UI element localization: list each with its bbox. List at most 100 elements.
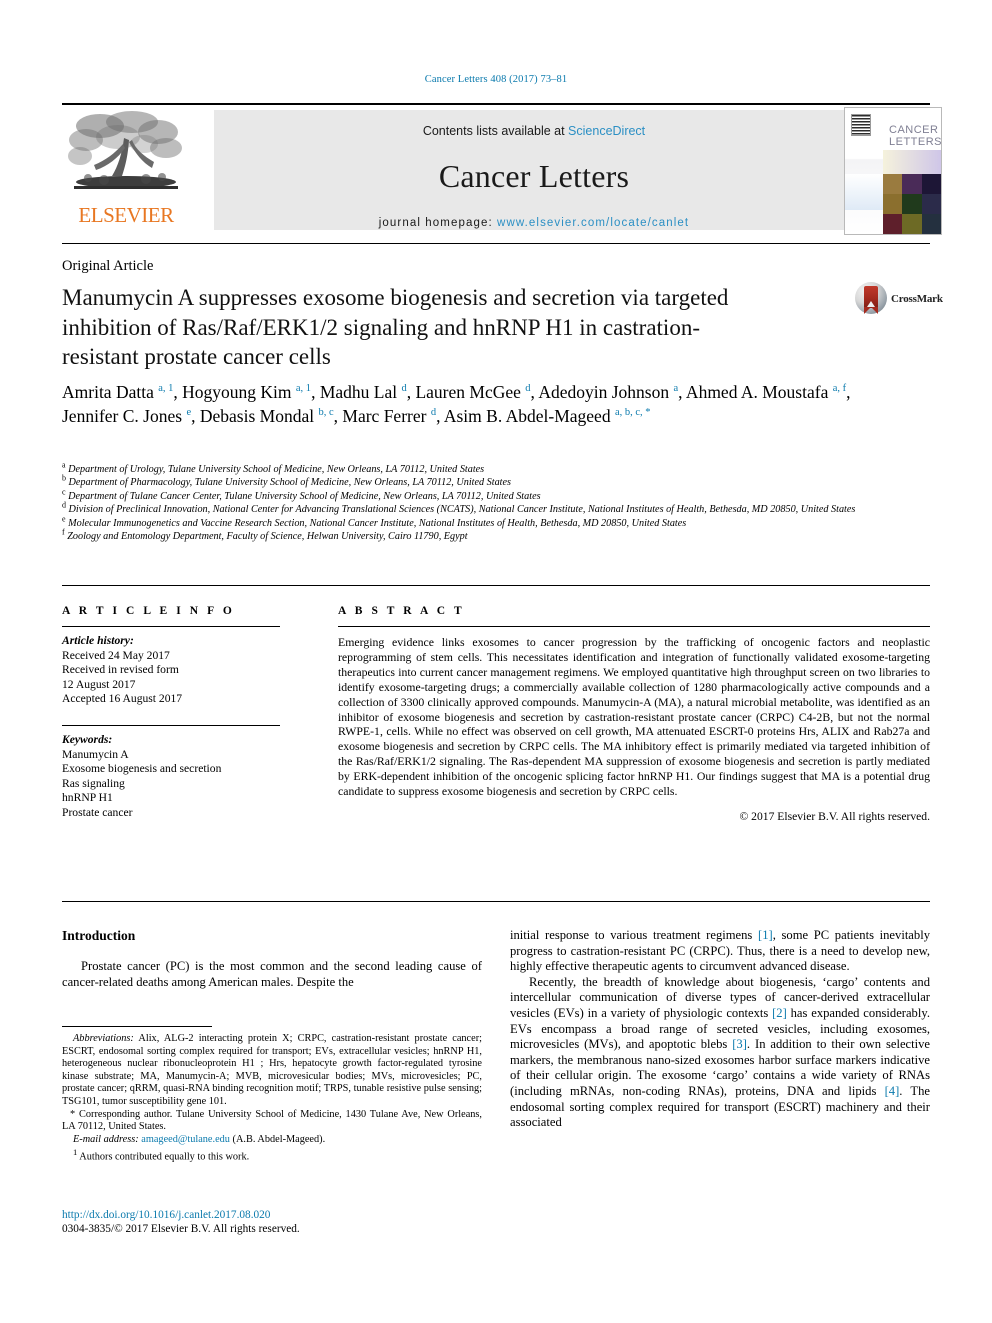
affiliation-text: Department of Urology, Tulane University… [68,464,485,475]
body-right-column: initial response to various treatment re… [510,928,930,1131]
affiliation-item: d Division of Preclinical Innovation, Na… [62,500,932,516]
cover-gradient-strip [883,150,941,174]
affiliation-item: e Molecular Immunogenetics and Vaccine R… [62,514,932,530]
cover-title-line2: LETTERS [889,136,942,148]
citation-ref[interactable]: [4] [885,1084,900,1098]
keyword-item: Manumycin A [62,747,129,761]
contents-prefix: Contents lists available at [422,124,569,138]
crossmark-icon [855,282,887,314]
history-line: Received 24 May 2017 [62,648,170,662]
affiliation-mark: b [62,474,66,484]
sciencedirect-link[interactable]: ScienceDirect [568,124,645,138]
cover-title: CANCER LETTERS [889,124,942,148]
abstract-text: Emerging evidence links exosomes to canc… [338,635,930,799]
email-note: E-mail address: amageed@tulane.edu (A.B.… [62,1134,482,1147]
issn-copyright-line: 0304-3835/© 2017 Elsevier B.V. All right… [62,1223,300,1236]
article-type-label: Original Article [62,258,154,274]
author-list: Amrita Datta a, 1, Hogyoung Kim a, 1, Ma… [62,382,851,426]
citation-ref[interactable]: [3] [732,1037,747,1051]
body-left-column: Introduction Prostate cancer (PC) is the… [62,928,482,990]
elsevier-tree-icon [66,110,186,203]
history-line: Received in revised form [62,663,179,677]
citation-ref[interactable]: [2] [772,1006,787,1020]
affiliation-text: Department of Tulane Cancer Center, Tula… [68,490,541,502]
affiliation-item: b Department of Pharmacology, Tulane Uni… [62,474,932,489]
footnote-separator-rule [62,1026,212,1027]
affiliation-item: c Department of Tulane Cancer Center, Tu… [62,487,932,503]
corresponding-text: Corresponding author. Tulane University … [62,1108,482,1133]
cover-side-gradient [845,174,883,210]
journal-masthead: ELSEVIER Contents lists available at Sci… [62,103,942,235]
page-title: Manumycin A suppresses exosome biogenesi… [62,285,729,369]
cover-background: CANCER LETTERS [845,108,941,234]
cover-barcode-icon [851,114,871,136]
article-page: Cancer Letters 408 (2017) 73–81 ELSEVIER… [0,0,992,1323]
article-info-rule [62,626,280,627]
journal-banner: Contents lists available at ScienceDirec… [214,110,854,230]
info-block-bottom-rule [62,901,930,902]
crossmark-label: CrossMark [891,293,943,305]
email-link[interactable]: amageed@tulane.edu [141,1134,230,1145]
journal-title: Cancer Letters [438,158,630,194]
history-line: 12 August 2017 [62,677,136,691]
affiliation-mark: a [62,460,66,470]
elsevier-wordmark: ELSEVIER [78,203,174,227]
keywords-label: Keywords: [62,732,113,746]
contents-line: Contents lists available at ScienceDirec… [214,124,854,138]
article-info-column: A R T I C L E I N F O Article history: R… [62,605,280,821]
masthead-bottom-rule [62,243,930,244]
elsevier-logo: ELSEVIER [62,110,190,230]
abstract-heading: A B S T R A C T [338,605,465,617]
email-suffix: (A.B. Abdel-Mageed). [229,1133,326,1145]
keywords-block: Keywords: Manumycin A Exosome biogenesis… [62,733,280,821]
affiliation-list: a Department of Urology, Tulane Universi… [62,460,932,543]
homepage-url-link[interactable]: www.elsevier.com/locate/canlet [497,217,689,229]
affiliation-text: Division of Preclinical Innovation, Nati… [68,504,856,516]
affiliation-item: f Zoology and Entomology Department, Fac… [62,527,932,543]
journal-homepage-line: journal homepage: www.elsevier.com/locat… [214,217,854,229]
affiliation-mark: e [62,514,66,524]
article-history-label: Article history: [62,634,134,647]
section-heading-introduction: Introduction [62,928,136,943]
affiliation-mark: d [62,500,66,510]
paragraph-text: initial response to various treatment re… [510,928,758,942]
affiliation-text: Zoology and Entomology Department, Facul… [67,531,468,543]
keyword-item: Exosome biogenesis and secretion [62,762,222,776]
journal-cover-thumbnail[interactable]: CANCER LETTERS [844,107,942,235]
equal-contribution-text: Authors contributed equally to this work… [77,1151,250,1163]
abbreviations-text: Alix, ALG-2 interacting protein X; CRPC,… [62,1033,482,1107]
footnote-block: Abbreviations: Alix, ALG-2 interacting p… [62,1033,482,1164]
crossmark-badge[interactable]: CrossMark [855,282,943,316]
keyword-item: hnRNP H1 [62,791,113,805]
affiliation-mark: f [62,527,65,537]
affiliation-item: a Department of Urology, Tulane Universi… [62,460,932,476]
doi-link[interactable]: http://dx.doi.org/10.1016/j.canlet.2017.… [62,1208,482,1222]
equal-contribution-note: 1 Authors contributed equally to this wo… [62,1146,482,1164]
body-paragraph: Recently, the breadth of knowledge about… [510,975,930,1131]
affiliation-text: Department of Pharmacology, Tulane Unive… [68,477,511,489]
corresponding-author-note: * Corresponding author. Tulane Universit… [62,1109,482,1134]
affiliation-text: Molecular Immunogenetics and Vaccine Res… [68,517,687,529]
article-info-heading: A R T I C L E I N F O [62,605,235,617]
affiliation-mark: c [62,487,66,497]
abbreviations-note: Abbreviations: Alix, ALG-2 interacting p… [62,1033,482,1109]
keywords-rule [62,724,280,726]
cover-image-grid [883,174,941,234]
abstract-column: A B S T R A C T Emerging evidence links … [338,605,930,823]
keyword-item: Prostate cancer [62,805,133,819]
keyword-item: Ras signaling [62,776,125,790]
abbreviations-label: Abbreviations: [73,1033,134,1044]
cover-title-line1: CANCER [889,124,939,136]
history-line: Accepted 16 August 2017 [62,692,183,706]
email-label: E-mail address: [73,1133,139,1145]
page-footer: http://dx.doi.org/10.1016/j.canlet.2017.… [62,1208,482,1237]
abstract-rule [338,626,930,627]
homepage-label: journal homepage: [378,217,498,229]
running-head: Cancer Letters 408 (2017) 73–81 [424,74,568,85]
citation-ref[interactable]: [1] [758,928,773,942]
article-history: Article history: Received 24 May 2017 Re… [62,634,280,707]
crossmark-notch-icon [867,301,875,307]
body-paragraph: initial response to various treatment re… [510,928,930,975]
body-paragraph: Prostate cancer (PC) is the most common … [62,959,482,989]
abstract-copyright: © 2017 Elsevier B.V. All rights reserved… [739,809,930,823]
